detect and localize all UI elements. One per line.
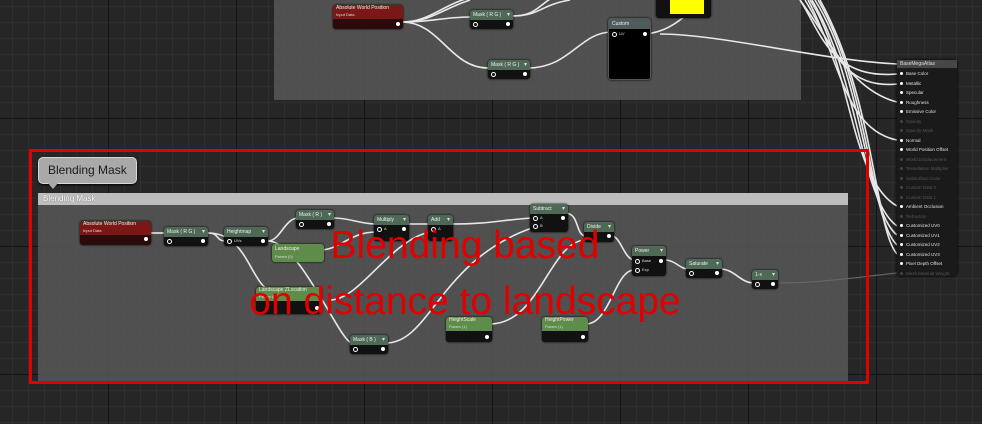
input-pin[interactable] <box>900 214 903 218</box>
material-pin-row[interactable]: Ambient Occlusion <box>900 204 944 209</box>
material-pin-row[interactable]: World Displacement <box>900 157 946 162</box>
yellow-swatch <box>670 0 704 14</box>
input-pin[interactable] <box>900 186 903 190</box>
material-pin-label: Opacity Mask <box>906 128 934 133</box>
material-pin-row[interactable]: Roughness <box>900 100 929 105</box>
material-pin-label: Custom Data 0 <box>906 185 937 190</box>
input-pin[interactable] <box>900 205 903 209</box>
input-pin[interactable] <box>900 252 903 256</box>
input-pin[interactable] <box>473 22 478 27</box>
material-pin-row[interactable]: Custom Data 0 <box>900 185 936 190</box>
output-pin[interactable] <box>396 22 400 26</box>
material-pin-label: Customized UV0 <box>906 223 940 228</box>
material-pin-row[interactable]: Normal <box>900 138 921 143</box>
input-pin[interactable] <box>900 110 903 114</box>
material-pin-label: Emissive Color <box>906 109 937 114</box>
output-pin[interactable] <box>523 72 527 76</box>
material-pin-row[interactable]: Metallic <box>900 81 921 86</box>
top-mask-rg-node[interactable]: Mask ( R G ) ▾ <box>470 10 513 29</box>
material-pin-row[interactable]: Specular <box>900 90 924 95</box>
input-pin[interactable] <box>900 195 903 199</box>
input-pin[interactable] <box>900 271 903 275</box>
material-pin-label: Opacity <box>906 118 922 124</box>
material-pin-label: Customized UV3 <box>906 251 940 257</box>
material-pin-row[interactable]: Opacity <box>900 119 921 124</box>
input-pin[interactable] <box>900 148 903 152</box>
material-pin-row[interactable]: Opacity Mask <box>900 128 933 133</box>
material-pin-label: World Displacement <box>906 156 947 162</box>
material-pin-row[interactable]: Customized UV2 <box>900 242 940 247</box>
material-pin-row[interactable]: Customized UV3 <box>900 252 940 257</box>
input-pin[interactable] <box>900 138 903 142</box>
material-pin-label: Metallic <box>906 80 922 86</box>
material-pin-label: Normal <box>906 137 921 143</box>
material-pin-label: Specular <box>906 90 924 95</box>
uv-input-pin[interactable] <box>612 32 617 37</box>
input-pin[interactable] <box>900 129 903 133</box>
input-pin[interactable] <box>900 81 903 85</box>
material-pin-label: Subsurface Color <box>906 175 941 181</box>
material-pin-label: Base Color <box>906 71 929 76</box>
output-pin[interactable] <box>506 22 510 26</box>
material-pin-label: Roughness <box>906 99 929 105</box>
input-pin[interactable] <box>900 157 903 161</box>
chevron-down-icon: ▾ <box>523 62 527 68</box>
material-pin-label: World Position Offset <box>906 147 949 152</box>
input-pin[interactable] <box>491 72 496 77</box>
material-pin-row[interactable]: Subsurface Color <box>900 176 941 181</box>
material-pin-row[interactable]: Customized UV0 <box>900 223 940 228</box>
material-pin-row[interactable]: Pixel Depth Offset <box>900 261 942 266</box>
output-pin[interactable] <box>643 32 647 36</box>
material-pin-label: Ambient Occlusion <box>906 204 944 209</box>
material-pin-row[interactable]: Customized UV1 <box>900 233 940 238</box>
texture-preview-node[interactable] <box>656 0 711 18</box>
material-pin-label: Refraction <box>906 213 927 219</box>
material-pin-label: Mesh Material Weight <box>906 270 950 276</box>
top-absolute-world-position-node[interactable]: Absolute World Position Input Data <box>333 5 403 29</box>
material-pin-label: Pixel Depth Offset <box>906 261 943 266</box>
annotation-text: Blending based on distance to landscape <box>249 224 681 323</box>
material-pin-label: Custom Data 1 <box>906 194 937 200</box>
material-output-node[interactable]: BaseMegaAtlas Base Color Metallic Specular… <box>897 60 957 276</box>
material-pin-label: Tessellation Multiplier <box>906 166 949 171</box>
input-pin[interactable] <box>900 262 903 266</box>
input-pin[interactable] <box>900 233 903 237</box>
input-pin[interactable] <box>900 224 903 228</box>
chevron-down-icon: ▾ <box>506 12 510 18</box>
input-pin[interactable] <box>900 176 903 180</box>
material-pin-row[interactable]: Base Color <box>900 71 928 76</box>
custom-node[interactable]: Custom UV <box>608 18 651 80</box>
input-pin[interactable] <box>900 119 903 123</box>
material-pin-row[interactable]: Refraction <box>900 214 927 219</box>
material-pin-row[interactable]: Tessellation Multiplier <box>900 166 949 171</box>
material-pin-row[interactable]: Custom Data 1 <box>900 195 936 200</box>
material-pin-label: Customized UV2 <box>906 242 940 247</box>
input-pin[interactable] <box>900 72 903 76</box>
top-mask-rg-lower-node[interactable]: Mask ( R G ) ▾ <box>488 60 530 79</box>
input-pin[interactable] <box>900 91 903 95</box>
material-pin-row[interactable]: Emissive Color <box>900 109 936 114</box>
input-pin[interactable] <box>900 243 903 247</box>
input-pin[interactable] <box>900 100 903 104</box>
input-pin[interactable] <box>900 167 903 171</box>
material-pin-row[interactable]: World Position Offset <box>900 147 948 152</box>
material-pin-label: Customized UV1 <box>906 232 940 238</box>
material-pin-row[interactable]: Mesh Material Weight <box>900 271 949 276</box>
